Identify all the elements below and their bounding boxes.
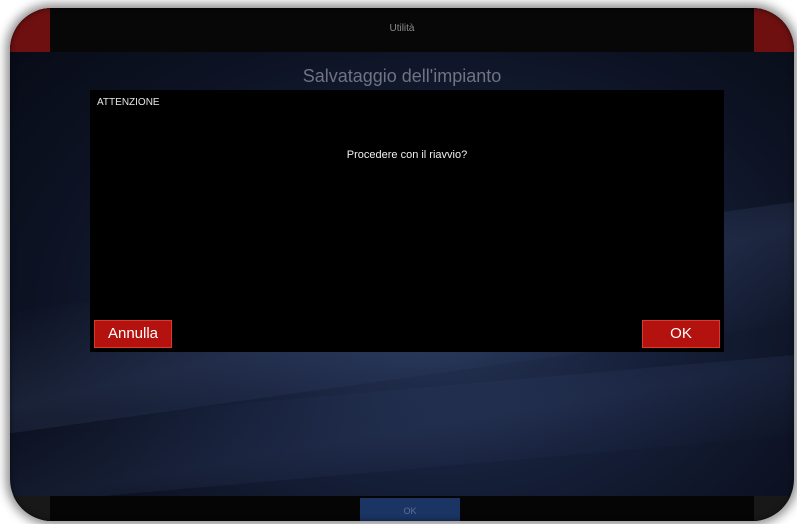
bottom-bar: OK: [10, 496, 794, 521]
dialog-heading: ATTENZIONE: [97, 97, 160, 108]
footer-ok-button[interactable]: OK: [360, 498, 460, 521]
ok-button[interactable]: OK: [642, 320, 720, 348]
menu-button[interactable]: [754, 8, 794, 52]
top-bar: Utilità: [10, 8, 794, 52]
device-screen: Utilità Salvataggio dell'impianto ATTENZ…: [10, 8, 794, 521]
bottom-left-button[interactable]: [10, 496, 50, 521]
dialog-message: Procedere con il riavvio?: [346, 149, 468, 161]
cancel-button[interactable]: Annulla: [94, 320, 172, 348]
confirm-dialog: ATTENZIONE Procedere con il riavvio? Ann…: [90, 90, 724, 352]
page-title: Salvataggio dell'impianto: [302, 66, 502, 86]
bottom-right-button[interactable]: [754, 496, 794, 521]
header-title: Utilità: [389, 23, 415, 34]
